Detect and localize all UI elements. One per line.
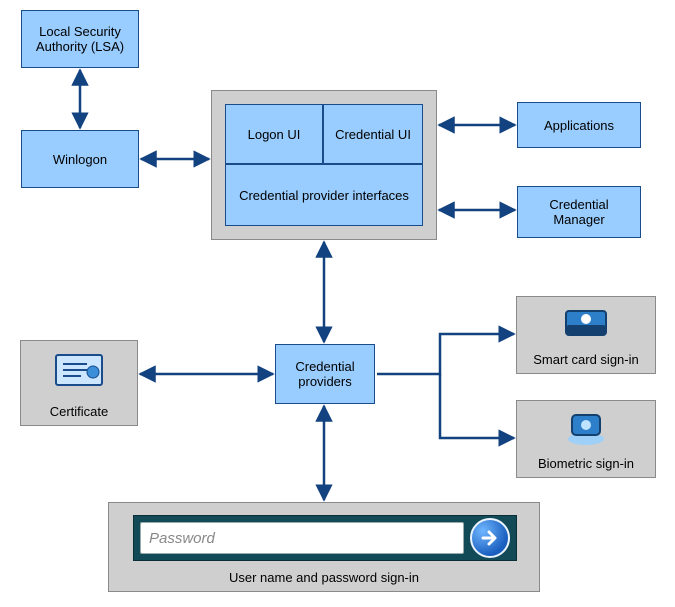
connectors xyxy=(0,0,675,607)
diagram-root: Local Security Authority (LSA) Winlogon … xyxy=(0,0,675,607)
